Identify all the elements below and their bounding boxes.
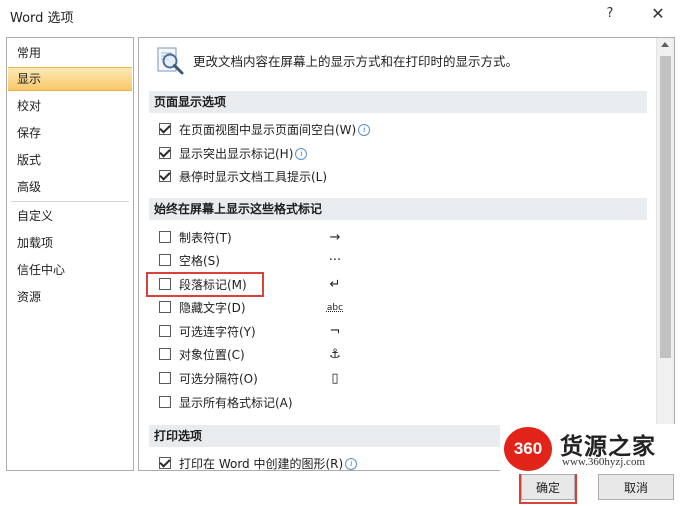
space-dots-icon: ···	[328, 253, 342, 268]
help-icon[interactable]: ?	[602, 6, 618, 24]
checkbox[interactable]	[159, 456, 171, 469]
checkbox[interactable]	[159, 348, 171, 360]
nav-item-proofing[interactable]: 校对	[8, 94, 132, 118]
checkbox[interactable]	[159, 372, 171, 384]
watermark-logo: 360	[504, 427, 552, 471]
option-label: 制表符(T)	[179, 231, 232, 245]
checkbox[interactable]	[159, 301, 171, 313]
nav-item-customize[interactable]: 自定义	[8, 204, 132, 228]
close-icon[interactable]: ✕	[646, 4, 670, 26]
magnifier-document-icon	[157, 47, 184, 75]
info-icon: i	[358, 124, 371, 136]
nav-item-save[interactable]: 保存	[8, 121, 132, 145]
option-label: 在页面视图中显示页面间空白(W)	[179, 123, 357, 137]
scrollbar-thumb[interactable]	[660, 56, 671, 358]
nav-item-resources[interactable]: 资源	[8, 285, 132, 309]
nav-item-common[interactable]: 常用	[8, 41, 132, 65]
checkbox[interactable]	[159, 146, 171, 159]
annotation-highlight-box	[146, 272, 264, 297]
category-nav: 常用 显示 校对 保存 版式 高级 自定义 加载项 信任中心 资源	[6, 37, 134, 471]
checkbox[interactable]	[159, 169, 171, 182]
nav-item-layout[interactable]: 版式	[8, 148, 132, 172]
checkbox[interactable]	[159, 396, 171, 408]
info-icon: i	[345, 458, 358, 470]
option-label: 对象位置(C)	[179, 348, 245, 362]
option-label: 空格(S)	[179, 254, 220, 268]
optional-hyphen-icon: ¬	[329, 324, 341, 339]
cancel-button[interactable]: 取消	[598, 474, 674, 500]
display-options-pane: 更改文档内容在屏幕上的显示方式和在打印时的显示方式。 页面显示选项 在页面视图中…	[138, 37, 675, 471]
nav-item-trust-center[interactable]: 信任中心	[8, 258, 132, 282]
optional-break-icon: ▯	[331, 371, 339, 386]
nav-divider	[11, 201, 129, 202]
option-label: 显示突出显示标记(H)	[179, 147, 294, 161]
option-label: 可选连字符(Y)	[179, 325, 256, 339]
annotation-ok-highlight	[519, 472, 577, 504]
option-label: 隐藏文字(D)	[179, 301, 246, 315]
nav-item-addins[interactable]: 加载项	[8, 231, 132, 255]
tab-arrow-icon: →	[329, 230, 341, 245]
scroll-up-icon[interactable]	[661, 42, 669, 47]
vertical-scrollbar[interactable]	[656, 38, 674, 470]
option-label: 显示所有格式标记(A)	[179, 396, 293, 410]
title-bar: Word 选项 ? ✕	[0, 0, 682, 32]
section-formatting-marks: 始终在屏幕上显示这些格式标记	[149, 198, 647, 220]
info-icon: i	[295, 148, 308, 160]
checkbox[interactable]	[159, 122, 171, 135]
option-label: 悬停时显示文档工具提示(L)	[179, 170, 328, 184]
window-title: Word 选项	[10, 11, 74, 26]
pane-description: 更改文档内容在屏幕上的显示方式和在打印时的显示方式。	[193, 54, 519, 69]
checkbox[interactable]	[159, 254, 171, 266]
checkbox[interactable]	[159, 325, 171, 337]
option-label: 打印在 Word 中创建的图形(R)	[179, 457, 344, 471]
nav-item-advanced[interactable]: 高级	[8, 175, 132, 199]
hidden-text-icon: abc	[326, 303, 344, 313]
section-page-display: 页面显示选项	[149, 91, 647, 113]
checkbox[interactable]	[159, 231, 171, 243]
anchor-icon: ⚓	[329, 347, 341, 362]
option-label: 可选分隔符(O)	[179, 372, 258, 386]
nav-item-display[interactable]: 显示	[8, 67, 132, 91]
watermark: 360 货源之家 www.360hyzj.com	[500, 424, 682, 474]
watermark-url: www.360hyzj.com	[562, 456, 645, 468]
paragraph-return-icon: ↵	[329, 277, 341, 292]
